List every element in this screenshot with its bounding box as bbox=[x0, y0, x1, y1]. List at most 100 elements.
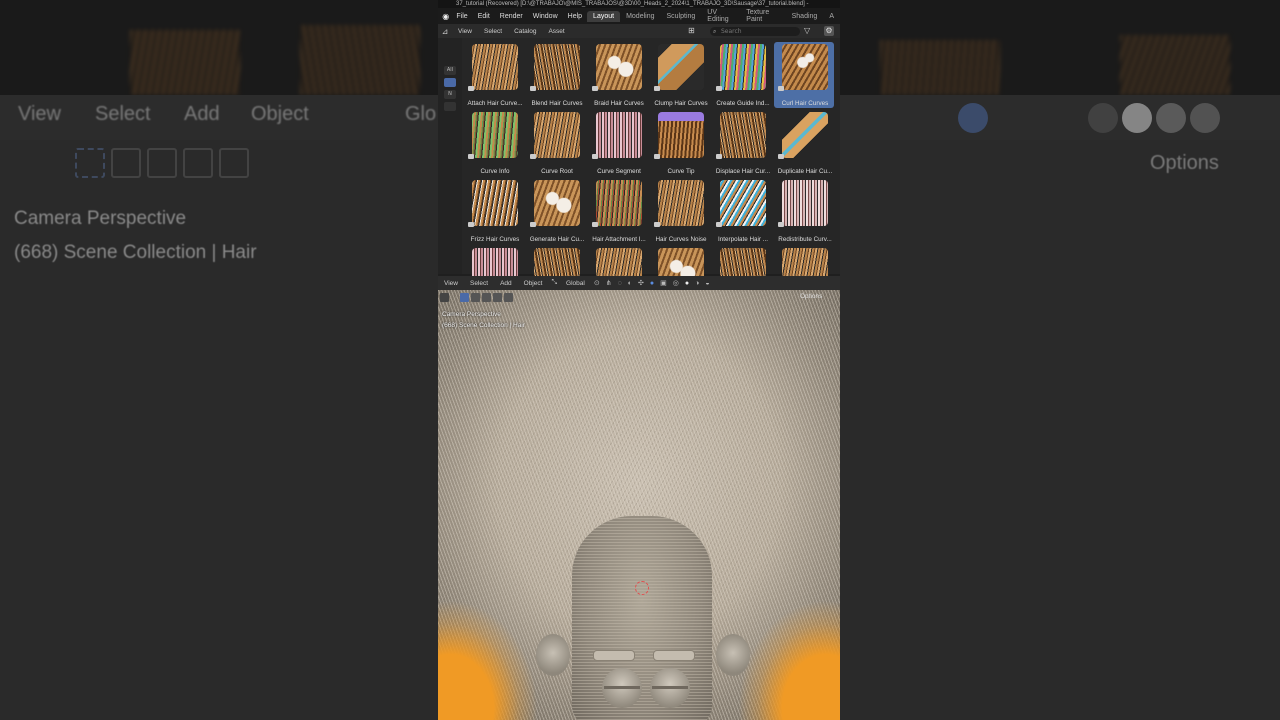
asset-menu-select[interactable]: Select bbox=[478, 28, 508, 35]
asset-tile[interactable]: Curve Segment bbox=[588, 110, 648, 176]
asset-menu-view[interactable]: View bbox=[452, 28, 478, 35]
asset-tile[interactable]: Attach Hair Curve... bbox=[464, 42, 524, 108]
asset-thumbnail bbox=[596, 112, 642, 158]
asset-thumbnail bbox=[720, 44, 766, 90]
viewport-menu-add[interactable]: Add bbox=[494, 280, 518, 287]
asset-tile[interactable]: Hair Attachment I... bbox=[588, 178, 648, 244]
editor-type-icon[interactable]: ⊿ bbox=[438, 27, 452, 36]
asset-thumbnail bbox=[472, 44, 518, 90]
asset-tile[interactable]: Frizz Hair Curves bbox=[464, 178, 524, 244]
asset-menu-catalog[interactable]: Catalog bbox=[508, 28, 542, 35]
menu-edit[interactable]: Edit bbox=[473, 13, 495, 20]
search-placeholder: Search bbox=[721, 28, 742, 35]
tab-texture-paint[interactable]: Texture Paint bbox=[740, 7, 785, 25]
asset-tile[interactable]: Curve Info bbox=[464, 110, 524, 176]
viewport-menu-object[interactable]: Object bbox=[518, 280, 549, 287]
gear-icon[interactable]: ⚙ bbox=[824, 26, 834, 36]
asset-tile[interactable]: Redistribute Curv... bbox=[774, 178, 834, 244]
asset-tile[interactable]: Create Guide Ind... bbox=[712, 42, 772, 108]
gizmo-icon[interactable]: ✣ bbox=[635, 279, 647, 287]
visibility-icon[interactable]: ◐ bbox=[625, 280, 635, 287]
tab-more[interactable]: A bbox=[823, 11, 840, 22]
viewport-header: View Select Add Object ⤡ Global ⊙ ⋔ ◌ ◐ … bbox=[438, 276, 840, 290]
asset-label: Blend Hair Curves bbox=[531, 100, 583, 107]
overlay-icon[interactable]: ● bbox=[647, 280, 657, 287]
wireframe-shading-icon[interactable]: ◎ bbox=[670, 279, 682, 287]
node-group-icon bbox=[468, 222, 474, 227]
background-render-icon bbox=[1190, 103, 1220, 133]
tab-sculpting[interactable]: Sculpting bbox=[661, 11, 702, 22]
select-subtract-icon[interactable] bbox=[482, 293, 491, 302]
camera-perspective-label: Camera Perspective bbox=[442, 311, 501, 318]
asset-tile[interactable]: Hair Curves Noise bbox=[650, 178, 710, 244]
node-group-icon bbox=[530, 86, 536, 91]
node-group-icon bbox=[654, 86, 660, 91]
proportional-icon[interactable]: ◌ bbox=[615, 280, 625, 287]
rendered-shading-icon[interactable]: ◒ bbox=[702, 280, 712, 287]
snap-icon[interactable]: ⋔ bbox=[603, 279, 615, 287]
asset-label: Curve Root bbox=[541, 168, 573, 175]
node-group-icon bbox=[716, 86, 722, 91]
solid-shading-icon[interactable]: ● bbox=[682, 280, 692, 287]
asset-tile[interactable]: Displace Hair Cur... bbox=[712, 110, 772, 176]
menu-window[interactable]: Window bbox=[528, 13, 563, 20]
menu-render[interactable]: Render bbox=[495, 13, 528, 20]
select-invert-icon[interactable] bbox=[493, 293, 502, 302]
background-hair-thumb bbox=[300, 25, 420, 95]
side-tab-n[interactable]: N bbox=[444, 90, 456, 99]
blender-logo-icon[interactable]: ◉ bbox=[440, 12, 451, 21]
select-intersect-icon[interactable] bbox=[504, 293, 513, 302]
orange-hair-right bbox=[738, 600, 840, 720]
asset-tile[interactable]: Duplicate Hair Cu... bbox=[774, 110, 834, 176]
asset-tile[interactable]: Curve Root bbox=[526, 110, 586, 176]
select-tool-icon[interactable] bbox=[440, 293, 449, 302]
side-tab-all[interactable]: All bbox=[444, 66, 456, 75]
asset-tile[interactable]: Curve Tip bbox=[650, 110, 710, 176]
asset-tile[interactable]: Clump Hair Curves bbox=[650, 42, 710, 108]
orientation-dropdown[interactable]: Global bbox=[560, 280, 591, 287]
menu-help[interactable]: Help bbox=[563, 13, 587, 20]
asset-tile[interactable]: Generate Hair Cu... bbox=[526, 178, 586, 244]
asset-thumbnail bbox=[472, 112, 518, 158]
tab-uv-editing[interactable]: UV Editing bbox=[701, 7, 740, 25]
3d-viewport[interactable]: View Select Add Object ⤡ Global ⊙ ⋔ ◌ ◐ … bbox=[438, 276, 840, 720]
transform-orientation-icon: ⤡ bbox=[551, 279, 558, 286]
asset-thumbnail bbox=[658, 112, 704, 158]
options-dropdown[interactable]: Options bbox=[800, 293, 822, 300]
background-wireframe-icon bbox=[1088, 103, 1118, 133]
asset-tile[interactable]: Blend Hair Curves bbox=[526, 42, 586, 108]
viewport-menu-view[interactable]: View bbox=[438, 280, 464, 287]
tab-modeling[interactable]: Modeling bbox=[620, 11, 660, 22]
node-group-icon bbox=[530, 222, 536, 227]
tab-layout[interactable]: Layout bbox=[587, 10, 621, 22]
xray-icon[interactable]: ▣ bbox=[657, 279, 670, 287]
viewport-menu-select[interactable]: Select bbox=[464, 280, 494, 287]
display-mode-icon[interactable]: ⊞ bbox=[688, 26, 695, 35]
menu-file[interactable]: File bbox=[451, 13, 472, 20]
tab-shading[interactable]: Shading bbox=[786, 11, 824, 22]
asset-tile[interactable]: Braid Hair Curves bbox=[588, 42, 648, 108]
side-tab-selected[interactable] bbox=[444, 78, 456, 87]
asset-thumbnail bbox=[782, 180, 828, 226]
asset-label: Curl Hair Curves bbox=[781, 100, 829, 107]
asset-menu-asset[interactable]: Asset bbox=[542, 28, 570, 35]
3d-cursor-icon[interactable] bbox=[635, 581, 649, 595]
select-extend-icon[interactable] bbox=[471, 293, 480, 302]
asset-thumbnail bbox=[596, 180, 642, 226]
select-new-icon[interactable] bbox=[460, 293, 469, 302]
asset-tile[interactable]: Curl Hair Curves bbox=[774, 42, 834, 108]
node-group-icon bbox=[654, 154, 660, 159]
asset-label: Interpolate Hair ... bbox=[717, 236, 769, 243]
left-eye bbox=[602, 668, 642, 708]
pivot-icon[interactable]: ⊙ bbox=[591, 279, 603, 287]
asset-thumbnail bbox=[472, 180, 518, 226]
side-tab-tool[interactable] bbox=[444, 102, 456, 111]
material-shading-icon[interactable]: ◑ bbox=[692, 280, 702, 287]
asset-search-input[interactable]: ⌕ Search bbox=[710, 27, 800, 36]
search-icon: ⌕ bbox=[713, 28, 717, 35]
asset-tile[interactable]: Interpolate Hair ... bbox=[712, 178, 772, 244]
orange-hair-left bbox=[438, 600, 538, 720]
filter-icon[interactable]: ▽ bbox=[804, 26, 810, 35]
scene-collection-label: (668) Scene Collection | Hair bbox=[442, 322, 525, 329]
background-select-tools bbox=[75, 148, 249, 182]
